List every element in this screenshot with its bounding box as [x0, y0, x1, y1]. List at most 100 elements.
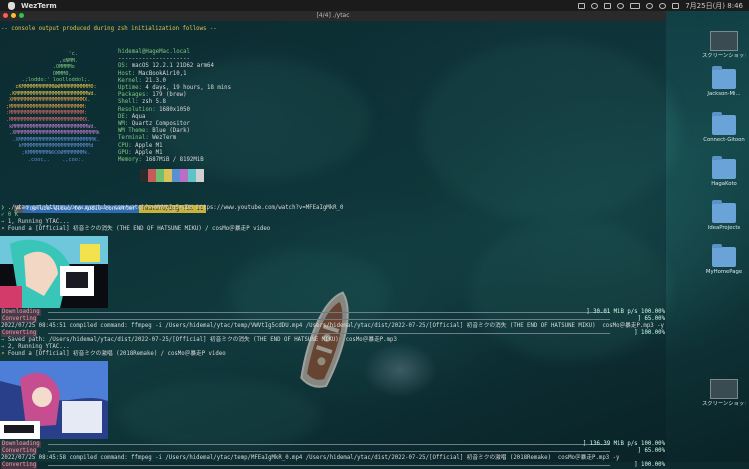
- step2-text: 2, Running YTAC...: [7, 344, 70, 350]
- download-value-1: ] 30.01 MiB p/s 100.00%: [586, 309, 665, 315]
- sysinfo-value: Apple M1: [131, 142, 163, 149]
- desktop-item-label: スクリーンショット 2022-07-...2.06.24: [702, 401, 746, 407]
- palette-swatch: [164, 169, 172, 182]
- sysinfo-value: zsh 5.8: [138, 99, 166, 106]
- sysinfo-row: Terminal: WezTerm: [118, 135, 176, 142]
- clock-icon[interactable]: [591, 2, 599, 9]
- folder-icon: [712, 156, 736, 179]
- sysinfo-key: Uptime:: [118, 85, 142, 91]
- sysinfo-value: ---------------------: [118, 56, 190, 63]
- image-file-icon: [710, 31, 738, 51]
- desktop-folder[interactable]: Jackson-Mi...: [702, 66, 746, 97]
- image-file-icon: [710, 379, 738, 399]
- screen-record-icon[interactable]: [578, 2, 586, 9]
- convert-value-1b: ] 100.00%: [634, 330, 665, 336]
- desktop-item-label: Connect-Gitoon: [703, 137, 745, 143]
- desktop-screenshot-file[interactable]: スクリーンショット 2022-07-...2.06.24: [702, 379, 746, 407]
- menu-bar: WezTerm 7月25日(月) 8:46: [0, 0, 749, 11]
- desktop-icon-area: スクリーンショット 2022-07-...8.38.48 Jackson-Mi..…: [666, 11, 749, 462]
- shell-prompt: ⌘ YouTube-Video-to-Audio-converter feature…: [0, 197, 290, 213]
- sysinfo-row: Memory: 1687MiB / 8192MiB: [118, 157, 204, 164]
- sysinfo-key: WM Theme:: [118, 128, 149, 135]
- sysinfo-row: ---------------------: [118, 56, 190, 63]
- folder-icon: [712, 66, 736, 89]
- sysinfo-value: 1687MiB / 8192MiB: [141, 157, 204, 163]
- convert-value-2: ] 65.00%: [637, 448, 665, 454]
- desktop-item-label: MyHomePage: [705, 269, 743, 275]
- sysinfo-key: Kernel:: [118, 77, 142, 84]
- terminal-window[interactable]: [4/4] ./ytac -- console output produced …: [0, 11, 666, 469]
- convert-value-2b: ] 100.00%: [634, 462, 665, 468]
- folder-icon: [712, 244, 736, 267]
- search-icon[interactable]: [659, 2, 667, 9]
- desktop-item-label: スクリーンショット 2022-07-...8.38.48: [702, 53, 746, 59]
- neofetch-logo: 'c. ,xNMM. .OMMMMo OMMM0, .;loddo:' lool…: [6, 51, 106, 163]
- bluetooth-icon[interactable]: [617, 2, 625, 9]
- menubar-status-area: 7月25日(月) 8:46: [578, 1, 749, 11]
- download-label-2: Downloading: [1, 441, 41, 448]
- download-progress-1: Downloading ] 30.01 MiB p/s 100.00%: [0, 309, 666, 316]
- ok-line: ✓ 0 K: [1, 212, 19, 218]
- command-text: ./ytac get https://www.youtube.com/watch…: [7, 205, 344, 211]
- sysinfo-row: OS: macOS 12.2.1 21D62 arm64: [118, 63, 214, 70]
- palette-swatch: [148, 169, 156, 182]
- sysinfo-row: WM: Quartz Compositor: [118, 121, 190, 128]
- window-titlebar[interactable]: [4/4] ./ytac: [0, 11, 666, 21]
- desktop-item-label: IdeaProjects: [707, 225, 741, 231]
- apple-menu-icon[interactable]: [8, 1, 15, 10]
- desktop-folder[interactable]: HagaKoto: [702, 156, 746, 187]
- sysinfo-row: Resolution: 1680x1050: [118, 107, 190, 114]
- download-label-1: Downloading: [1, 309, 41, 316]
- palette-swatch: [188, 169, 196, 182]
- window-title: [4/4] ./ytac: [316, 12, 350, 19]
- sysinfo-value: 4 days, 19 hours, 18 mins: [141, 85, 232, 91]
- sysinfo-key: WM:: [118, 121, 129, 127]
- sysinfo-value: 1680x1050: [155, 106, 190, 113]
- compiled-command-2: 2022/07/25 08:45:58 compiled command: ff…: [1, 455, 620, 461]
- desktop-item-label: Jackson-Mi...: [707, 91, 741, 97]
- sysinfo-row: DE: Aqua: [118, 114, 145, 121]
- desktop-folder[interactable]: MyHomePage: [702, 244, 746, 275]
- display-icon[interactable]: [604, 2, 612, 9]
- found1-line: ⌕ Found a [Official] 初音ミクの消失 (THE END OF…: [1, 226, 271, 232]
- convert-progress-1b: Converting ] 100.00%: [0, 330, 666, 337]
- sysinfo-row: CPU: Apple M1: [118, 143, 163, 150]
- video-thumbnail-1: [0, 236, 108, 308]
- neofetch-art-line: .cooc,. .,coo:.: [6, 156, 85, 163]
- convert-progress-2: Converting ] 65.00%: [0, 448, 666, 455]
- sysinfo-value: 21.3.0: [141, 77, 166, 84]
- convert-value-1: ] 65.00%: [637, 316, 665, 322]
- desktop-folder[interactable]: Connect-Gitoon: [702, 112, 746, 143]
- palette-swatch: [180, 169, 188, 182]
- wifi-icon[interactable]: [646, 2, 654, 9]
- sysinfo-key: Terminal:: [118, 135, 149, 142]
- saved-path-1-text: Saved path: /Users/hidemal/ytac/dist/202…: [7, 337, 397, 343]
- sysinfo-value: Quartz Compositor: [128, 121, 190, 127]
- control-center-icon[interactable]: [672, 2, 680, 9]
- sysinfo-key: GPU:: [118, 149, 132, 156]
- close-window-button[interactable]: [3, 13, 8, 18]
- minimize-window-button[interactable]: [11, 13, 16, 18]
- sysinfo-row: GPU: Apple M1: [118, 150, 163, 157]
- found1-text: Found a [Official] 初音ミクの消失 (THE END OF H…: [7, 226, 271, 232]
- convert-label-2b: Converting: [1, 462, 38, 469]
- sysinfo-key: Memory:: [118, 157, 142, 163]
- battery-icon[interactable]: [630, 2, 641, 9]
- sysinfo-value: macOS 12.2.1 21D62 arm64: [128, 63, 214, 70]
- sysinfo-row: Shell: zsh 5.8: [118, 99, 166, 106]
- video-thumbnail-2: [0, 361, 108, 439]
- step2-line: ⇒ 2, Running YTAC...: [1, 344, 70, 350]
- palette-swatch: [156, 169, 164, 182]
- desktop-screenshot-file[interactable]: スクリーンショット 2022-07-...8.38.48: [702, 31, 746, 59]
- found2-line: ⌕ Found a [Official] 初音ミクの激唱 (2018Remake…: [1, 351, 226, 357]
- sysinfo-row: Kernel: 21.3.0: [118, 78, 166, 85]
- zoom-window-button[interactable]: [19, 13, 24, 18]
- sysinfo-key: OS:: [118, 63, 129, 70]
- sysinfo-row: hidemal@HageMac.local: [118, 49, 190, 56]
- saved-path-1: ⇒ Saved path: /Users/hidemal/ytac/dist/2…: [1, 337, 397, 343]
- convert-label-1b: Converting: [1, 330, 38, 337]
- active-app-name[interactable]: WezTerm: [21, 2, 57, 10]
- folder-icon: [712, 112, 736, 135]
- desktop-folder[interactable]: IdeaProjects: [702, 200, 746, 231]
- menubar-clock[interactable]: 7月25日(月) 8:46: [685, 1, 743, 11]
